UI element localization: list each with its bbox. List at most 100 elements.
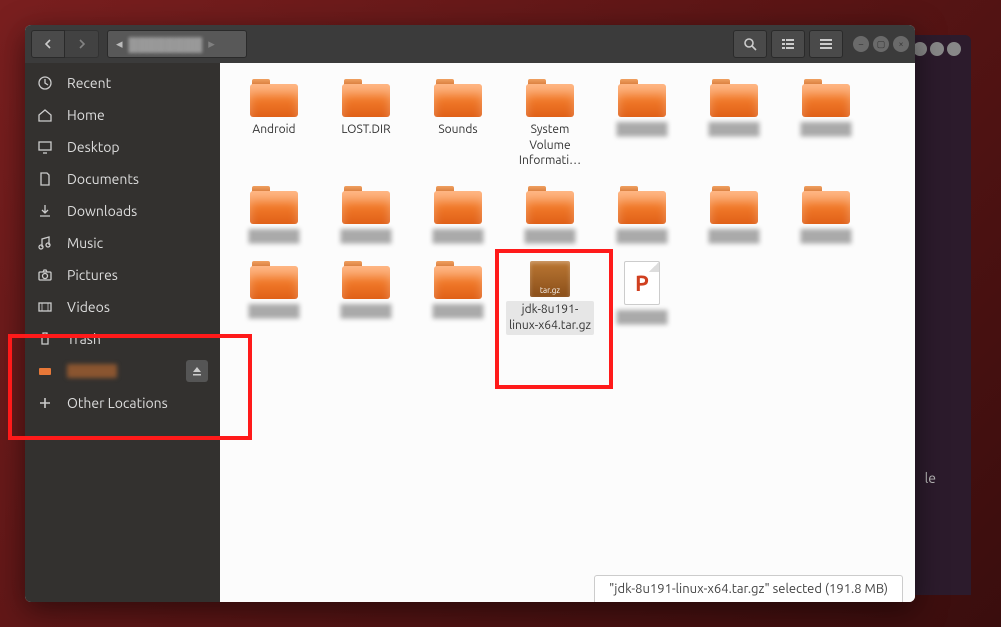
folder-item[interactable]: ██████: [228, 182, 320, 250]
sidebar-item-label: Recent: [67, 75, 111, 91]
item-label: ██████: [245, 303, 302, 321]
folder-item[interactable]: Sounds: [412, 75, 504, 174]
back-button[interactable]: [31, 30, 65, 58]
folder-icon: [802, 186, 850, 224]
folder-item[interactable]: ██████: [504, 182, 596, 250]
sidebar-item-label: Videos: [67, 299, 110, 315]
folder-icon: [710, 186, 758, 224]
folder-icon: [434, 79, 482, 117]
sidebar-item-label: Pictures: [67, 267, 118, 283]
home-icon: [37, 107, 53, 123]
folder-item[interactable]: ██████: [228, 257, 320, 338]
sidebar-item-label: Downloads: [67, 203, 137, 219]
folder-icon: [250, 79, 298, 117]
folder-item[interactable]: ██████: [780, 75, 872, 174]
folder-item[interactable]: ██████: [688, 75, 780, 174]
sidebar-item-label: Music: [67, 235, 103, 251]
sidebar-item-other-locations[interactable]: Other Locations: [25, 387, 220, 419]
item-label: ██████: [245, 228, 302, 246]
folder-icon: [802, 79, 850, 117]
search-button[interactable]: [733, 30, 767, 58]
folder-icon: [710, 79, 758, 117]
item-label: ██████: [797, 228, 854, 246]
folder-item[interactable]: ██████: [596, 75, 688, 174]
folder-icon: [342, 261, 390, 299]
sidebar-item-label: Documents: [67, 171, 139, 187]
clock-icon: [37, 75, 53, 91]
sidebar-item-desktop[interactable]: Desktop: [25, 131, 220, 163]
hamburger-menu-button[interactable]: [809, 30, 843, 58]
file-item[interactable]: P ██████: [596, 257, 688, 338]
folder-item[interactable]: ██████: [412, 182, 504, 250]
item-label: ██████: [337, 303, 394, 321]
folder-item[interactable]: ██████: [320, 182, 412, 250]
sidebar-item-documents[interactable]: Documents: [25, 163, 220, 195]
icon-view[interactable]: Android LOST.DIR Sounds System Volume Infor…: [220, 63, 915, 602]
sidebar-item-label: [67, 364, 117, 378]
sidebar-item-label: Desktop: [67, 139, 120, 155]
item-label: ██████: [429, 303, 486, 321]
folder-item[interactable]: ██████: [688, 182, 780, 250]
sidebar-item-recent[interactable]: Recent: [25, 67, 220, 99]
folder-item[interactable]: System Volume Informati…: [504, 75, 596, 174]
view-toggle-button[interactable]: [771, 30, 805, 58]
trash-icon: [37, 331, 53, 347]
item-label: System Volume Informati…: [506, 121, 594, 170]
doc-icon: [37, 171, 53, 187]
folder-icon: [434, 261, 482, 299]
background-text: le: [925, 470, 936, 486]
item-label: ██████: [337, 228, 394, 246]
archive-icon: tar.gz: [530, 261, 570, 297]
item-label: ██████: [705, 121, 762, 139]
folder-item[interactable]: ██████: [320, 257, 412, 338]
camera-icon: [37, 267, 53, 283]
maximize-button[interactable]: ▢: [873, 36, 889, 52]
presentation-icon: P: [624, 261, 660, 305]
sidebar-item-trash[interactable]: Trash: [25, 323, 220, 355]
sidebar-item-pictures[interactable]: Pictures: [25, 259, 220, 291]
header-bar: ◂ ████████ ▸ – ▢ ×: [25, 25, 915, 63]
folder-item[interactable]: LOST.DIR: [320, 75, 412, 174]
music-icon: [37, 235, 53, 251]
sidebar-item-label: Other Locations: [67, 395, 168, 411]
path-segment[interactable]: ████████: [123, 37, 209, 52]
item-label: ██████: [613, 228, 670, 246]
nav-buttons: [31, 30, 99, 58]
item-label: Android: [249, 121, 298, 139]
background-window-controls: [913, 42, 961, 56]
file-item[interactable]: tar.gz jdk-8u191-linux-x64.tar.gz: [504, 257, 596, 338]
folder-icon: [342, 186, 390, 224]
minimize-button[interactable]: –: [853, 36, 869, 52]
folder-item[interactable]: ██████: [412, 257, 504, 338]
eject-icon[interactable]: [186, 360, 208, 382]
sidebar-item-drive[interactable]: [25, 355, 220, 387]
item-label: ██████: [613, 309, 670, 327]
folder-icon: [526, 186, 574, 224]
folder-icon: [618, 79, 666, 117]
forward-button[interactable]: [65, 30, 99, 58]
item-label: ██████: [521, 228, 578, 246]
folder-item[interactable]: ██████: [596, 182, 688, 250]
sidebar-item-label: Home: [67, 107, 105, 123]
sidebar-item-videos[interactable]: Videos: [25, 291, 220, 323]
sidebar-item-downloads[interactable]: Downloads: [25, 195, 220, 227]
desktop-icon: [37, 139, 53, 155]
folder-icon: [618, 186, 666, 224]
path-separator: ▸: [208, 37, 215, 52]
sidebar-item-music[interactable]: Music: [25, 227, 220, 259]
sidebar-item-home[interactable]: Home: [25, 99, 220, 131]
folder-item[interactable]: Android: [228, 75, 320, 174]
folder-icon: [434, 186, 482, 224]
folder-item[interactable]: ██████: [780, 182, 872, 250]
item-label: Sounds: [435, 121, 480, 139]
item-label: jdk-8u191-linux-x64.tar.gz: [506, 301, 594, 334]
item-label: ██████: [705, 228, 762, 246]
item-label: ██████: [797, 121, 854, 139]
path-bar[interactable]: ◂ ████████ ▸: [107, 30, 247, 58]
close-button[interactable]: ×: [893, 36, 909, 52]
item-label: ██████: [613, 121, 670, 139]
file-manager-window: ◂ ████████ ▸ – ▢ × Recent Home Desktop Docu…: [25, 25, 915, 602]
folder-icon: [250, 261, 298, 299]
sidebar-item-label: Trash: [67, 331, 101, 347]
drive-icon: [37, 363, 53, 379]
